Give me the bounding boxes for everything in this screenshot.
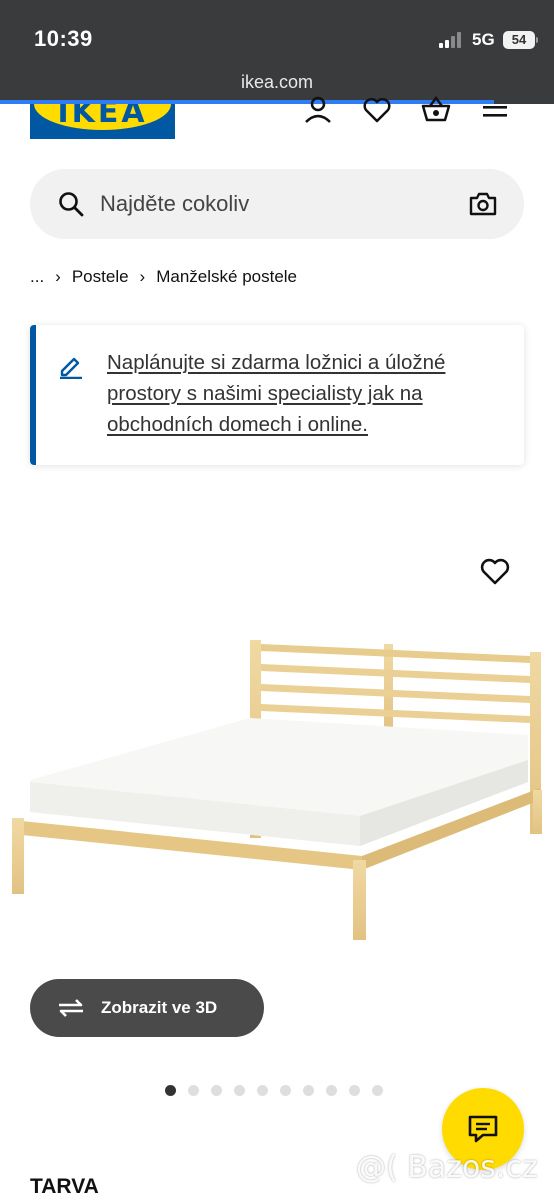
search-icon <box>59 192 84 217</box>
network-type: 5G <box>472 30 495 49</box>
heart-icon[interactable] <box>362 96 392 124</box>
logo-text: IKEA <box>57 104 148 130</box>
ikea-logo[interactable]: IKEA <box>30 104 175 139</box>
product-name: TARVA <box>30 1175 99 1198</box>
chat-icon <box>468 1115 498 1143</box>
signal-icon <box>439 32 465 48</box>
gallery-dot[interactable] <box>303 1085 314 1096</box>
view-3d-button[interactable]: Zobrazit ve 3D <box>30 979 264 1037</box>
breadcrumb: ... › Postele › Manželské postele <box>30 264 297 290</box>
chevron-right-icon: › <box>139 267 146 286</box>
pencil-icon <box>60 357 82 379</box>
planning-link[interactable]: Naplánujte si zdarma ložnici a úložné pr… <box>107 347 487 440</box>
chevron-right-icon: › <box>55 267 61 286</box>
bazos-watermark: @( Bazos.cz <box>356 1150 538 1185</box>
gallery-dot[interactable] <box>349 1085 360 1096</box>
gallery-dot[interactable] <box>165 1085 176 1096</box>
search-bar[interactable] <box>30 169 524 239</box>
status-time: 10:39 <box>34 26 93 51</box>
breadcrumb-item-postele[interactable]: Postele <box>72 267 129 287</box>
menu-icon[interactable] <box>481 96 511 124</box>
breadcrumb-more[interactable]: ... <box>30 267 44 287</box>
gallery-dot[interactable] <box>234 1085 245 1096</box>
user-icon[interactable] <box>303 96 333 124</box>
planning-banner: Naplánujte si zdarma ložnici a úložné pr… <box>30 325 524 465</box>
gallery-pagination <box>165 1085 383 1096</box>
view-3d-label: Zobrazit ve 3D <box>101 998 218 1017</box>
product-image[interactable] <box>0 520 554 990</box>
camera-icon[interactable] <box>469 192 497 216</box>
battery-tip <box>536 37 538 43</box>
gallery-dot[interactable] <box>372 1085 383 1096</box>
rotate-3d-icon <box>59 999 83 1017</box>
gallery-dot[interactable] <box>211 1085 222 1096</box>
url-bar[interactable]: ikea.com <box>0 72 554 93</box>
basket-icon[interactable] <box>421 96 451 124</box>
breadcrumb-item-manzelske-postele[interactable]: Manželské postele <box>156 267 297 287</box>
search-input[interactable] <box>100 187 450 221</box>
browser-top-bar: 10:39 5G 54 ikea.com <box>0 0 554 104</box>
gallery-dot[interactable] <box>280 1085 291 1096</box>
gallery-dot[interactable] <box>326 1085 337 1096</box>
battery-icon: 54 <box>503 31 535 49</box>
gallery-dot[interactable] <box>257 1085 268 1096</box>
gallery-dot[interactable] <box>188 1085 199 1096</box>
banner-accent <box>30 325 36 465</box>
